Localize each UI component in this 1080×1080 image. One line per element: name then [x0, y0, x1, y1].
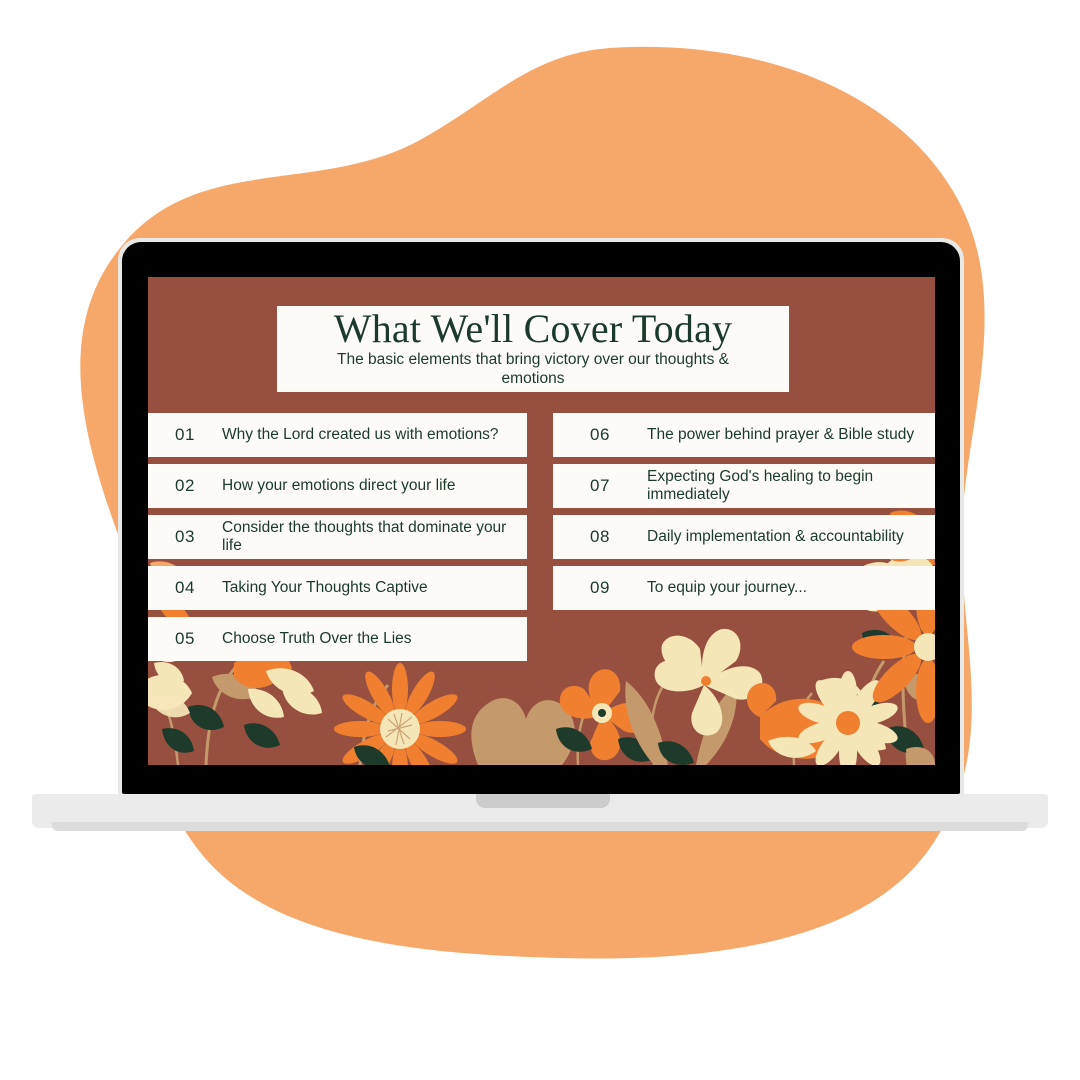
orange-flower-center: [556, 669, 654, 765]
laptop-base-lip: [52, 822, 1028, 831]
list-item-number: 08: [590, 527, 610, 546]
list-item-number: 04: [175, 578, 195, 597]
list-item[interactable]: 06 The power behind prayer & Bible study: [553, 413, 935, 457]
list-item[interactable]: 03 Consider the thoughts that dominate y…: [148, 515, 527, 559]
tan-leaf-cluster-center: [471, 698, 575, 765]
list-item-number: 05: [175, 629, 195, 648]
list-item-label: Taking Your Thoughts Captive: [222, 578, 428, 596]
list-item[interactable]: 09 To equip your journey...: [553, 566, 935, 610]
list-item-label: Daily implementation & accountability: [647, 527, 904, 545]
list-item[interactable]: 01 Why the Lord created us with emotions…: [148, 413, 527, 457]
list-item-number: 09: [590, 578, 610, 597]
list-item-number: 01: [175, 425, 195, 444]
agenda-column-left: 01 Why the Lord created us with emotions…: [148, 413, 527, 661]
page-subtitle: The basic elements that bring victory ov…: [336, 350, 729, 387]
list-item[interactable]: 05 Choose Truth Over the Lies: [148, 617, 527, 661]
presentation-slide: What We'll Cover Today The basic element…: [148, 277, 935, 765]
agenda-column-right: 06 The power behind prayer & Bible study…: [553, 413, 935, 661]
list-item-number: 02: [175, 476, 195, 495]
list-item-label: Why the Lord created us with emotions?: [222, 425, 499, 443]
list-item-number: 03: [175, 527, 195, 546]
floral-cluster-left: [148, 642, 322, 765]
agenda-columns: 01 Why the Lord created us with emotions…: [148, 413, 935, 661]
trackpad-notch: [476, 794, 610, 808]
slide-title-box: What We'll Cover Today The basic element…: [277, 306, 789, 392]
page-title: What We'll Cover Today: [333, 306, 733, 352]
list-item[interactable]: 02 How your emotions direct your life: [148, 464, 527, 508]
list-item-label: Consider the thoughts that dominate your…: [222, 518, 507, 554]
list-item-number: 07: [590, 476, 610, 495]
list-item-label: The power behind prayer & Bible study: [647, 425, 915, 443]
composition-canvas: What We'll Cover Today The basic element…: [0, 0, 1080, 1080]
list-item-label: How your emotions direct your life: [222, 476, 456, 494]
list-item-label: Expecting God's healing to begin immedia…: [647, 467, 874, 503]
list-item[interactable]: 04 Taking Your Thoughts Captive: [148, 566, 527, 610]
laptop-screen: What We'll Cover Today The basic element…: [148, 277, 935, 765]
list-item-label: To equip your journey...: [647, 578, 807, 596]
orange-trumpet-flower: [746, 677, 886, 765]
list-item[interactable]: 07 Expecting God's healing to begin imme…: [553, 464, 935, 508]
list-item-number: 06: [590, 425, 610, 444]
orange-daisy-left: [334, 663, 466, 765]
list-item-label: Choose Truth Over the Lies: [222, 629, 412, 647]
list-item[interactable]: 08 Daily implementation & accountability: [553, 515, 935, 559]
